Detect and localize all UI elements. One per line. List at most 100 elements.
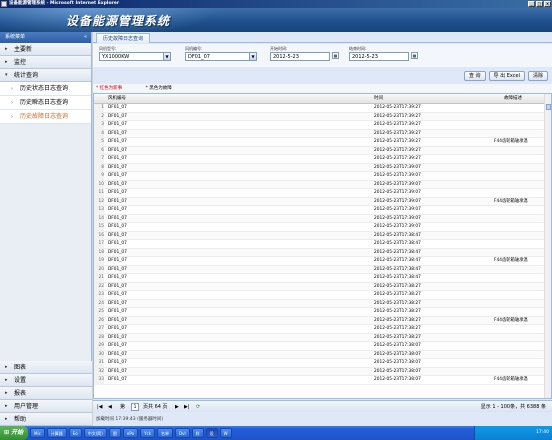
table-row[interactable]: 21 DF01_07 2012-05-23T17:38:47: [94, 274, 551, 283]
taskbar-item[interactable]: ePo: [122, 428, 139, 438]
taskbar-item[interactable]: 设: [205, 428, 218, 438]
taskbar-item[interactable]: Eo: [68, 428, 82, 438]
grid-body: 1 DF01_07 2012-05-23T17:39:27 2 DF01_07 2012-…: [94, 104, 551, 385]
sidebar-group-monitor[interactable]: ▸ 监控: [0, 56, 91, 69]
table-row[interactable]: 12 DF01_07 2012-05-23T17:39:07 F44齿轮箱轴承温: [94, 197, 551, 206]
minimize-button[interactable]: _: [528, 1, 535, 7]
sidebar-group-reports[interactable]: ▸ 报表: [0, 387, 92, 400]
sidebar-item-fault-log[interactable]: › 历史故障日志查询: [0, 110, 91, 124]
cell-device-id: DF01_07: [108, 173, 127, 178]
calendar-icon[interactable]: ▦: [411, 52, 418, 59]
table-row[interactable]: 27 DF01_07 2012-05-23T17:38:27: [94, 325, 551, 334]
sidebar-group-main[interactable]: ▸ 主要新: [0, 43, 91, 56]
close-button[interactable]: ×: [544, 1, 551, 7]
table-row[interactable]: 10 DF01_07 2012-05-23T17:39:07: [94, 180, 551, 189]
prev-page-icon[interactable]: ◀: [108, 401, 112, 413]
sidebar-group-stats[interactable]: ▾ 统计查询: [0, 69, 91, 82]
table-row[interactable]: 22 DF01_07 2012-05-23T17:38:27: [94, 282, 551, 291]
table-row[interactable]: 30 DF01_07 2012-05-23T17:38:07: [94, 350, 551, 359]
cell-time: 2012-05-23T17:39:07: [374, 173, 421, 178]
first-page-icon[interactable]: |◀: [97, 401, 103, 413]
column-device-id[interactable]: 风机编号: [108, 94, 126, 104]
cell-time: 2012-05-23T17:38:27: [374, 292, 421, 297]
sidebar-item-state-log[interactable]: › 历史状态日志查询: [0, 82, 91, 96]
table-row[interactable]: 33 DF01_07 2012-05-23T17:38:07 F44齿轮箱轴承温: [94, 376, 551, 385]
table-row[interactable]: 19 DF01_07 2012-05-23T17:38:47 F44齿轮箱轴承温: [94, 257, 551, 266]
next-page-icon[interactable]: ▶: [175, 401, 179, 413]
taskbar-item[interactable]: Yck: [140, 428, 156, 438]
taskbar-item[interactable]: 图: [108, 428, 121, 438]
chevron-down-icon[interactable]: ▼: [249, 53, 256, 60]
table-row[interactable]: 5 DF01_07 2012-05-23T17:39:27 F44齿轮箱轴承温: [94, 138, 551, 147]
table-row[interactable]: 13 DF01_07 2012-05-23T17:39:07: [94, 206, 551, 215]
taskbar-item[interactable]: 名单: [157, 428, 174, 438]
device-select[interactable]: DF01_07 ▼: [185, 52, 257, 61]
table-row[interactable]: 29 DF01_07 2012-05-23T17:38:07: [94, 342, 551, 351]
sidebar-group-settings[interactable]: ▸ 设置: [0, 374, 92, 387]
table-row[interactable]: 6 DF01_07 2012-05-23T17:39:27: [94, 146, 551, 155]
taskbar-item[interactable]: W: [219, 428, 232, 438]
refresh-icon[interactable]: ⟳: [196, 401, 200, 413]
sidebar-item-label: 历史瞬态日志查询: [20, 99, 69, 106]
table-row[interactable]: 3 DF01_07 2012-05-23T17:39:27: [94, 121, 551, 130]
end-date-input[interactable]: 2012-5-23: [349, 52, 409, 61]
row-number: 25: [94, 308, 104, 317]
column-fault-desc[interactable]: 故障描述: [504, 94, 522, 104]
table-row[interactable]: 16 DF01_07 2012-05-23T17:38:47: [94, 231, 551, 240]
table-row[interactable]: 32 DF01_07 2012-05-23T17:38:07: [94, 367, 551, 376]
table-row[interactable]: 7 DF01_07 2012-05-23T17:39:27: [94, 155, 551, 164]
legend-bar: * 红色为新事 * 黑色为故障: [93, 84, 552, 93]
vertical-scrollbar[interactable]: [544, 94, 551, 398]
sidebar-group-charts[interactable]: ▸ 图表: [0, 361, 92, 374]
table-row[interactable]: 2 DF01_07 2012-05-23T17:39:27: [94, 112, 551, 121]
table-row[interactable]: 1 DF01_07 2012-05-23T17:39:27: [94, 104, 551, 113]
browser-window: 设备能源管理系统 - Microsoft Internet Explorer _…: [0, 0, 552, 440]
table-row[interactable]: 18 DF01_07 2012-05-23T17:38:47: [94, 248, 551, 257]
sidebar-group-help[interactable]: ▸ 帮助: [0, 413, 92, 426]
row-number: 7: [94, 155, 104, 164]
table-row[interactable]: 15 DF01_07 2012-05-23T17:39:07: [94, 223, 551, 232]
cell-device-id: DF01_07: [108, 292, 127, 297]
taskbar-item[interactable]: 计算器: [46, 428, 67, 438]
scrollbar-thumb[interactable]: [546, 104, 551, 110]
taskbar-item[interactable]: Mic: [30, 428, 45, 438]
cell-time: 2012-05-23T17:39:07: [374, 181, 421, 187]
last-page-icon[interactable]: ▶|: [184, 401, 190, 413]
sidebar-group-users[interactable]: ▸ 用户管理: [0, 400, 92, 413]
taskbar-item[interactable]: Dvl: [175, 428, 190, 438]
calendar-icon[interactable]: ▦: [332, 52, 339, 59]
model-select[interactable]: YX1000KW ▼: [99, 52, 171, 61]
chevron-down-icon[interactable]: ▼: [163, 53, 170, 60]
start-date-input[interactable]: 2012-5-23: [270, 52, 330, 61]
column-time[interactable]: 时间: [374, 94, 383, 104]
page-number-input[interactable]: 1: [131, 403, 139, 411]
table-row[interactable]: 31 DF01_07 2012-05-23T17:38:07: [94, 359, 551, 368]
row-number: 31: [94, 359, 104, 368]
table-row[interactable]: 23 DF01_07 2012-05-23T17:38:27: [94, 291, 551, 300]
table-row[interactable]: 17 DF01_07 2012-05-23T17:38:47: [94, 240, 551, 249]
table-row[interactable]: 11 DF01_07 2012-05-23T17:39:07: [94, 189, 551, 198]
window-titlebar[interactable]: 设备能源管理系统 - Microsoft Internet Explorer _…: [0, 0, 552, 8]
taskbar-item[interactable]: 样: [191, 428, 204, 438]
table-row[interactable]: 4 DF01_07 2012-05-23T17:39:27: [94, 129, 551, 138]
cell-time: 2012-05-23T17:38:27: [374, 317, 421, 323]
export-excel-button[interactable]: 导 出 Excel: [488, 71, 525, 81]
start-button[interactable]: ⊞ 开始: [0, 426, 28, 440]
clear-button[interactable]: 清除: [527, 71, 548, 81]
sidebar-item-transient-log[interactable]: › 历史瞬态日志查询: [0, 96, 91, 110]
table-row[interactable]: 25 DF01_07 2012-05-23T17:38:27: [94, 308, 551, 317]
table-row[interactable]: 8 DF01_07 2012-05-23T17:39:07: [94, 163, 551, 172]
table-row[interactable]: 28 DF01_07 2012-05-23T17:38:27: [94, 333, 551, 342]
collapse-icon[interactable]: «: [84, 32, 87, 43]
maximize-button[interactable]: □: [536, 1, 543, 7]
table-row[interactable]: 14 DF01_07 2012-05-23T17:39:07: [94, 214, 551, 223]
table-row[interactable]: 9 DF01_07 2012-05-23T17:39:07: [94, 172, 551, 181]
legend-red: * 红色为新事: [96, 86, 123, 91]
sidebar-header: 系统菜单 «: [0, 32, 91, 43]
taskbar-item[interactable]: 中文(简): [83, 428, 107, 438]
query-button[interactable]: 查 询: [463, 71, 486, 81]
table-row[interactable]: 24 DF01_07 2012-05-23T17:38:27: [94, 299, 551, 308]
table-row[interactable]: 26 DF01_07 2012-05-23T17:38:27 F44齿轮箱轴承温: [94, 316, 551, 325]
tab-fault-log[interactable]: 历史故障日志查询: [96, 33, 151, 43]
table-row[interactable]: 20 DF01_07 2012-05-23T17:38:47: [94, 265, 551, 274]
